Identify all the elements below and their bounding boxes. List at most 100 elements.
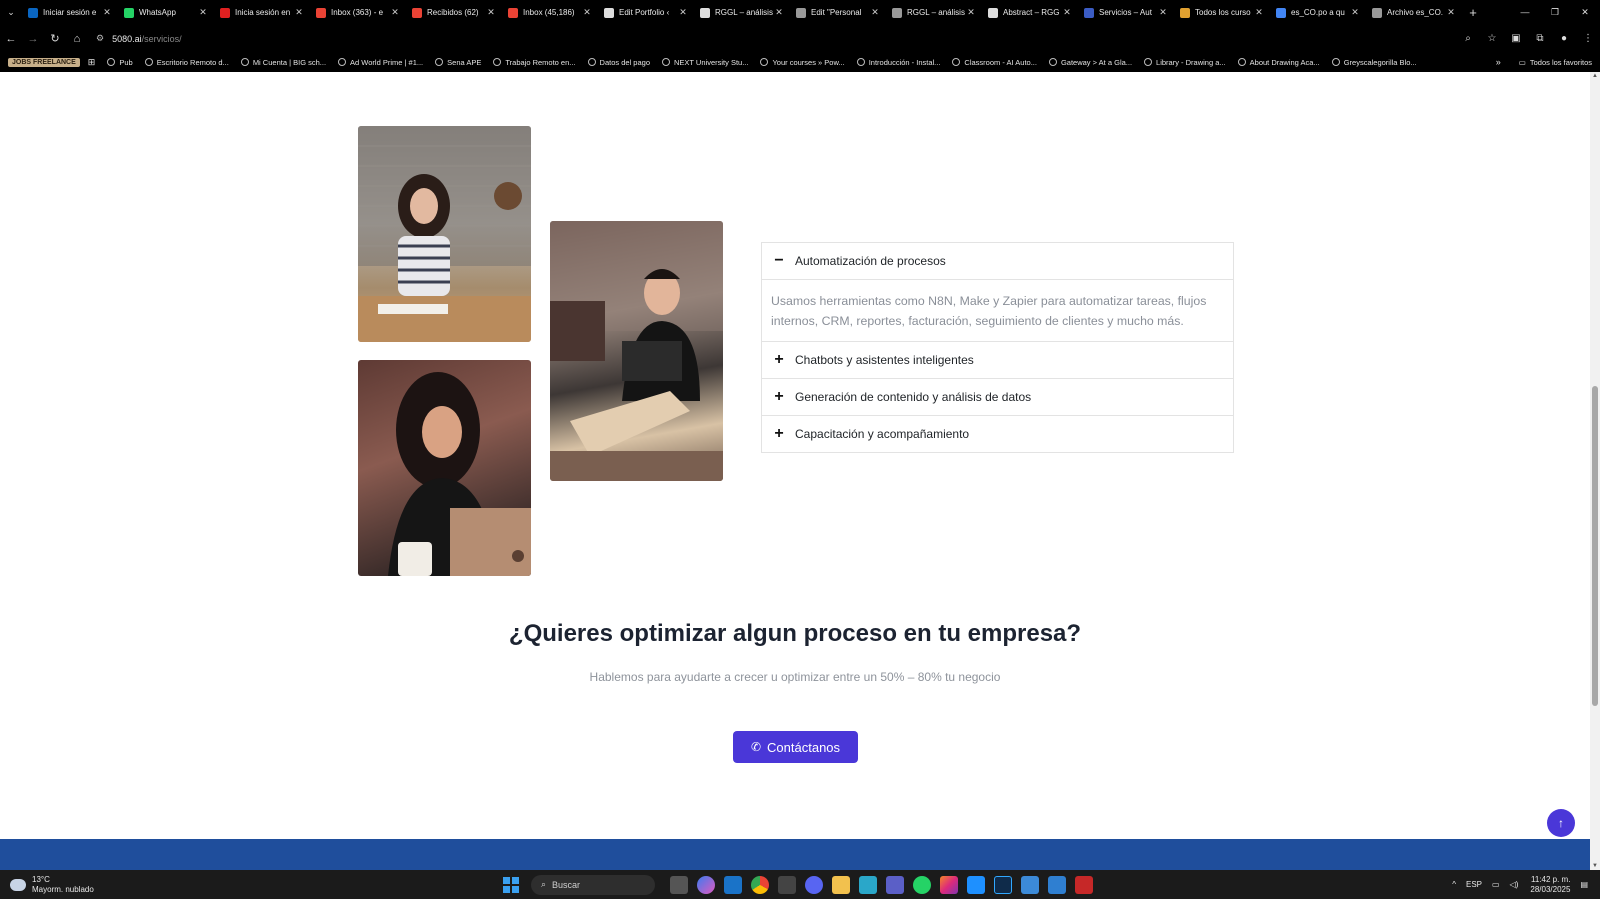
photoshop-icon[interactable] xyxy=(993,875,1012,894)
chrome-icon[interactable] xyxy=(750,875,769,894)
forward-icon[interactable]: → xyxy=(22,33,44,45)
reload-icon[interactable]: ↻ xyxy=(44,32,66,45)
back-icon[interactable]: ← xyxy=(0,33,22,45)
whatsapp-taskbar-icon[interactable] xyxy=(912,875,931,894)
bookmark-item[interactable]: Introducción - Instal... xyxy=(856,58,940,67)
browser-tab[interactable]: WhatsApp ✕ xyxy=(118,0,214,25)
minimize-icon[interactable]: — xyxy=(1510,7,1540,18)
scrollbar-thumb[interactable] xyxy=(1592,386,1598,706)
site-info-icon[interactable]: ⚙ xyxy=(96,33,104,44)
tab-close-icon[interactable]: ✕ xyxy=(1446,7,1456,18)
browser-tab[interactable]: RGGL – análisis ✕ xyxy=(694,0,790,25)
notepad-icon[interactable] xyxy=(1047,875,1066,894)
browser-tab[interactable]: Abstract – RGG ✕ xyxy=(982,0,1078,25)
accordion-header[interactable]: + Generación de contenido y análisis de d… xyxy=(762,379,1233,415)
more-bookmarks-icon[interactable]: » xyxy=(1496,57,1501,67)
bookmark-star-icon[interactable]: ☆ xyxy=(1480,33,1504,44)
browser-tab[interactable]: Inbox (45,186) ✕ xyxy=(502,0,598,25)
bookmark-item[interactable]: Classroom - AI Auto... xyxy=(952,58,1037,67)
bookmark-item[interactable]: Escritorio Remoto d... xyxy=(144,58,229,67)
accordion-header[interactable]: + Capacitación y acompañamiento xyxy=(762,416,1233,452)
tab-close-icon[interactable]: ✕ xyxy=(1350,7,1360,18)
bookmark-item[interactable]: Your courses » Pow... xyxy=(760,58,845,67)
browser-tab[interactable]: es_CO.po a qu ✕ xyxy=(1270,0,1366,25)
instagram-icon[interactable] xyxy=(939,875,958,894)
task-view-icon[interactable] xyxy=(669,875,688,894)
tab-close-icon[interactable]: ✕ xyxy=(1062,7,1072,18)
trello-icon[interactable] xyxy=(723,875,742,894)
drawing-app-icon[interactable] xyxy=(966,875,985,894)
contact-button[interactable]: ✆ Contáctanos xyxy=(733,731,858,763)
bookmark-item[interactable]: Pub xyxy=(107,58,133,67)
copilot-icon[interactable] xyxy=(696,875,715,894)
calculator-icon[interactable] xyxy=(777,875,796,894)
weather-widget[interactable]: 13°C Mayorm. nublado xyxy=(0,875,160,895)
new-tab-button[interactable]: + xyxy=(1462,5,1484,20)
taskbar-clock[interactable]: 11:42 p. m. 28/03/2025 xyxy=(1530,875,1570,895)
remote-desktop-icon[interactable] xyxy=(1020,875,1039,894)
teams-icon[interactable] xyxy=(885,875,904,894)
restore-icon[interactable]: ❐ xyxy=(1540,7,1570,18)
tab-close-icon[interactable]: ✕ xyxy=(198,7,208,18)
browser-tab[interactable]: Inicia sesión en ✕ xyxy=(214,0,310,25)
bookmark-item[interactable]: Greyscalegorilla Blo... xyxy=(1331,58,1417,67)
browser-tab[interactable]: Iniciar sesión e ✕ xyxy=(22,0,118,25)
profile-avatar-icon[interactable]: ● xyxy=(1552,33,1576,44)
bookmark-item[interactable]: NEXT University Stu... xyxy=(661,58,748,67)
accordion-header[interactable]: − Automatización de procesos xyxy=(762,243,1233,279)
tab-close-icon[interactable]: ✕ xyxy=(678,7,688,18)
scroll-up-icon[interactable]: ▲ xyxy=(1590,73,1600,79)
browser-tab[interactable]: Edit Portfolio ‹ ✕ xyxy=(598,0,694,25)
browser-tab[interactable]: Archivo es_CO. ✕ xyxy=(1366,0,1462,25)
bookmark-item[interactable]: Ad World Prime | #1... xyxy=(338,58,423,67)
scroll-to-top-button[interactable]: ↑ xyxy=(1547,809,1575,837)
bookmark-item[interactable]: Datos del pago xyxy=(587,58,650,67)
network-icon[interactable]: ▭ xyxy=(1492,880,1500,889)
bookmark-jobs-freelance[interactable]: JOBS FREELANCE xyxy=(8,57,80,67)
browser-tab[interactable]: RGGL – análisis ✕ xyxy=(886,0,982,25)
close-window-icon[interactable]: ✕ xyxy=(1570,7,1600,18)
tray-overflow-icon[interactable]: ^ xyxy=(1452,880,1456,889)
notifications-icon[interactable]: ▤ xyxy=(1580,880,1588,889)
page-scrollbar[interactable]: ▲ ▼ xyxy=(1590,72,1600,870)
tab-search-icon[interactable]: ⌄ xyxy=(0,7,22,18)
apps-grid-icon[interactable]: ⊞ xyxy=(88,57,96,68)
tab-close-icon[interactable]: ✕ xyxy=(870,7,880,18)
url-field[interactable]: ⚙ 5080.ai/servicios/ xyxy=(96,33,182,44)
tab-close-icon[interactable]: ✕ xyxy=(390,7,400,18)
all-bookmarks-link[interactable]: Todos los favoritos xyxy=(1530,58,1592,67)
tab-close-icon[interactable]: ✕ xyxy=(294,7,304,18)
tab-close-icon[interactable]: ✕ xyxy=(966,7,976,18)
extension-icon[interactable]: ▣ xyxy=(1504,33,1528,44)
tab-close-icon[interactable]: ✕ xyxy=(102,7,112,18)
discord-icon[interactable] xyxy=(804,875,823,894)
bookmark-item[interactable]: About Drawing Aca... xyxy=(1237,58,1320,67)
home-icon[interactable]: ⌂ xyxy=(66,33,88,45)
browser-tab[interactable]: Edit "Personal ✕ xyxy=(790,0,886,25)
browser-tab[interactable]: Servicios – Aut ✕ xyxy=(1078,0,1174,25)
tab-close-icon[interactable]: ✕ xyxy=(1254,7,1264,18)
app-store-icon[interactable] xyxy=(858,875,877,894)
bookmark-item[interactable]: Library - Drawing a... xyxy=(1144,58,1226,67)
browser-tab[interactable]: Recibidos (62) ✕ xyxy=(406,0,502,25)
tab-close-icon[interactable]: ✕ xyxy=(1158,7,1168,18)
file-explorer-icon[interactable] xyxy=(831,875,850,894)
extensions-puzzle-icon[interactable]: ⧉ xyxy=(1528,33,1552,44)
bookmark-item[interactable]: Mi Cuenta | BIG sch... xyxy=(240,58,326,67)
tab-close-icon[interactable]: ✕ xyxy=(774,7,784,18)
bookmark-item[interactable]: Sena APE xyxy=(435,58,481,67)
pdf-icon[interactable] xyxy=(1074,875,1093,894)
scroll-down-icon[interactable]: ▼ xyxy=(1590,863,1600,869)
volume-icon[interactable]: ◁) xyxy=(1510,880,1519,889)
tab-close-icon[interactable]: ✕ xyxy=(582,7,592,18)
language-indicator[interactable]: ESP xyxy=(1466,880,1482,889)
bookmark-item[interactable]: Trabajo Remoto en... xyxy=(493,58,576,67)
browser-tab[interactable]: Inbox (363) - e ✕ xyxy=(310,0,406,25)
accordion-header[interactable]: + Chatbots y asistentes inteligentes xyxy=(762,342,1233,378)
bookmark-item[interactable]: Gateway > At a Gla... xyxy=(1048,58,1132,67)
menu-kebab-icon[interactable]: ⋮ xyxy=(1576,33,1600,44)
zoom-icon[interactable]: ⌕ xyxy=(1456,33,1480,44)
tab-close-icon[interactable]: ✕ xyxy=(486,7,496,18)
taskbar-search[interactable]: ⌕ Buscar xyxy=(531,874,655,895)
windows-start-icon[interactable] xyxy=(503,876,519,893)
